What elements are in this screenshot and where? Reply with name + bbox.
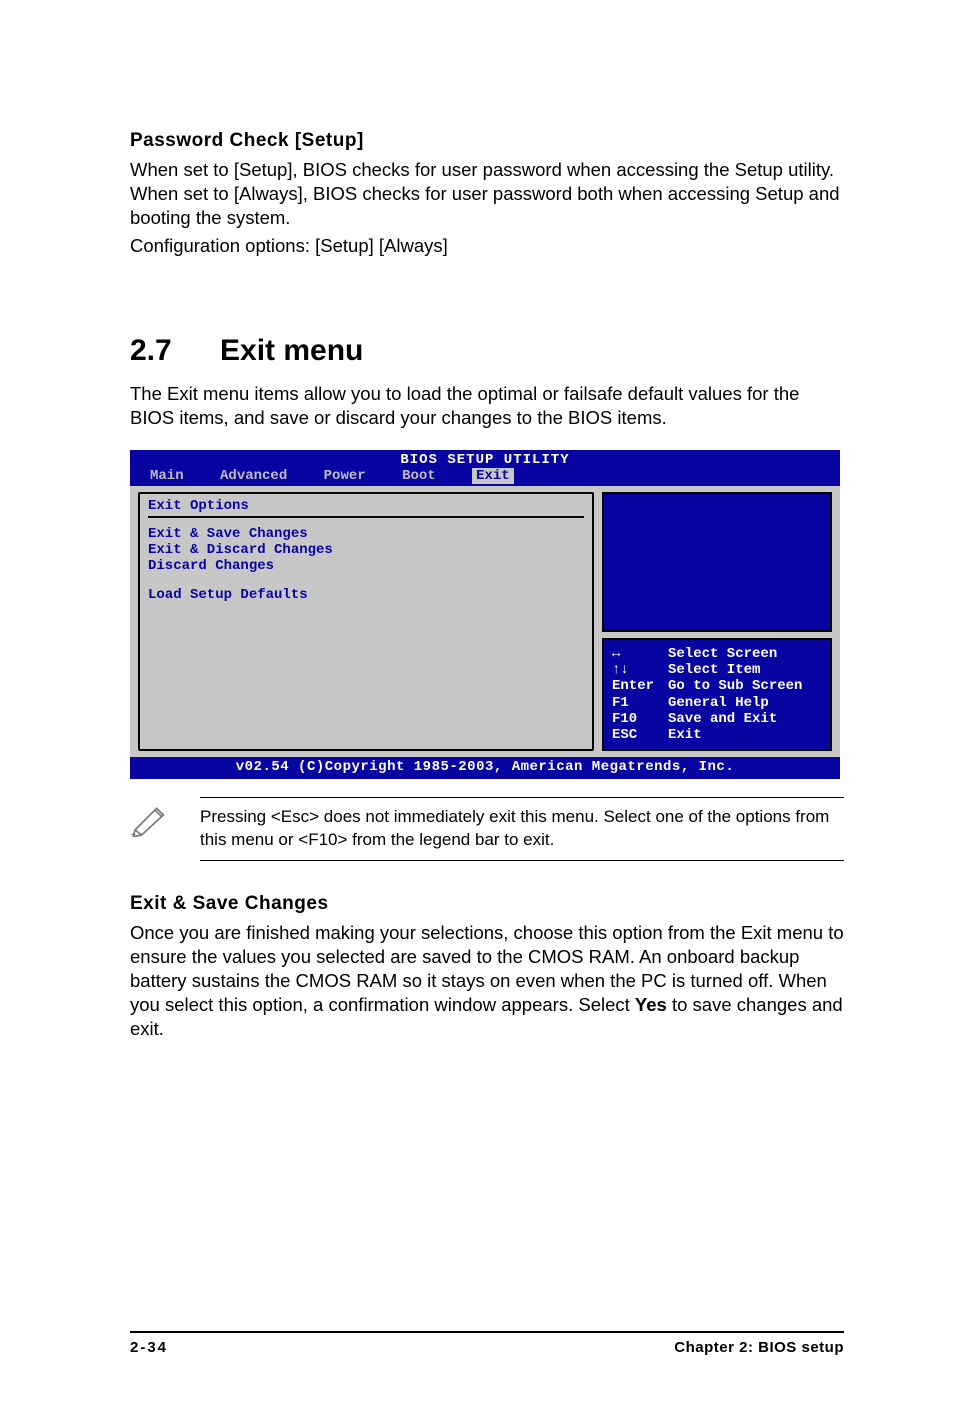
bios-tab-exit: Exit <box>472 468 514 484</box>
bios-item-load-defaults: Load Setup Defaults <box>148 587 584 603</box>
bios-footer: v02.54 (C)Copyright 1985-2003, American … <box>130 757 840 779</box>
legend-row: F10Save and Exit <box>612 711 822 727</box>
bios-tab-main: Main <box>150 468 184 484</box>
bios-body: Exit Options Exit & Save Changes Exit & … <box>130 486 840 757</box>
bios-screenshot: BIOS SETUP UTILITY Main Advanced Power B… <box>130 450 840 779</box>
section-password-check: Password Check [Setup] When set to [Setu… <box>130 130 844 258</box>
bios-menubar: Main Advanced Power Boot Exit <box>130 468 840 486</box>
legend-row: EnterGo to Sub Screen <box>612 678 822 694</box>
page-footer: 2-34 Chapter 2: BIOS setup <box>130 1331 844 1356</box>
bios-help-pane <box>602 492 832 632</box>
bios-gap <box>148 575 584 587</box>
heading-exit-save: Exit & Save Changes <box>130 893 844 915</box>
chapter-label: Chapter 2: BIOS setup <box>674 1339 844 1356</box>
yes-bold: Yes <box>635 994 667 1015</box>
bios-item-exit-save: Exit & Save Changes <box>148 526 584 542</box>
para-password-desc: When set to [Setup], BIOS checks for use… <box>130 158 844 230</box>
bios-right-pane: ↔Select Screen ↑↓Select Item EnterGo to … <box>602 492 832 751</box>
bios-item-discard: Discard Changes <box>148 558 584 574</box>
legend-row: ↔Select Screen <box>612 646 822 662</box>
section-exit-save: Exit & Save Changes Once you are finishe… <box>130 893 844 1041</box>
bios-legend: ↔Select Screen ↑↓Select Item EnterGo to … <box>602 638 832 751</box>
bios-item-exit-discard: Exit & Discard Changes <box>148 542 584 558</box>
pencil-icon <box>130 797 176 842</box>
legend-row: F1General Help <box>612 695 822 711</box>
section-title: Exit menu <box>220 334 363 367</box>
note-text: Pressing <Esc> does not immediately exit… <box>200 797 844 861</box>
bios-tab-power: Power <box>324 468 366 484</box>
note-row: Pressing <Esc> does not immediately exit… <box>130 797 844 861</box>
legend-row: ESCExit <box>612 727 822 743</box>
bios-left-pane: Exit Options Exit & Save Changes Exit & … <box>138 492 594 751</box>
para-password-options: Configuration options: [Setup] [Always] <box>130 234 844 258</box>
heading-password-check: Password Check [Setup] <box>130 130 844 152</box>
section-exit-menu: 2.7Exit menu The Exit menu items allow y… <box>130 334 844 430</box>
legend-row: ↑↓Select Item <box>612 662 822 678</box>
bios-tab-advanced: Advanced <box>220 468 287 484</box>
bios-tab-boot: Boot <box>402 468 436 484</box>
section-number: 2.7 <box>130 334 220 368</box>
page-number: 2-34 <box>130 1339 168 1356</box>
para-exit-save: Once you are finished making your select… <box>130 921 844 1041</box>
heading-exit-menu: 2.7Exit menu <box>130 334 844 368</box>
bios-group-title: Exit Options <box>148 498 584 514</box>
para-exit-intro: The Exit menu items allow you to load th… <box>130 382 844 430</box>
bios-divider <box>148 516 584 518</box>
bios-title: BIOS SETUP UTILITY <box>130 450 840 468</box>
